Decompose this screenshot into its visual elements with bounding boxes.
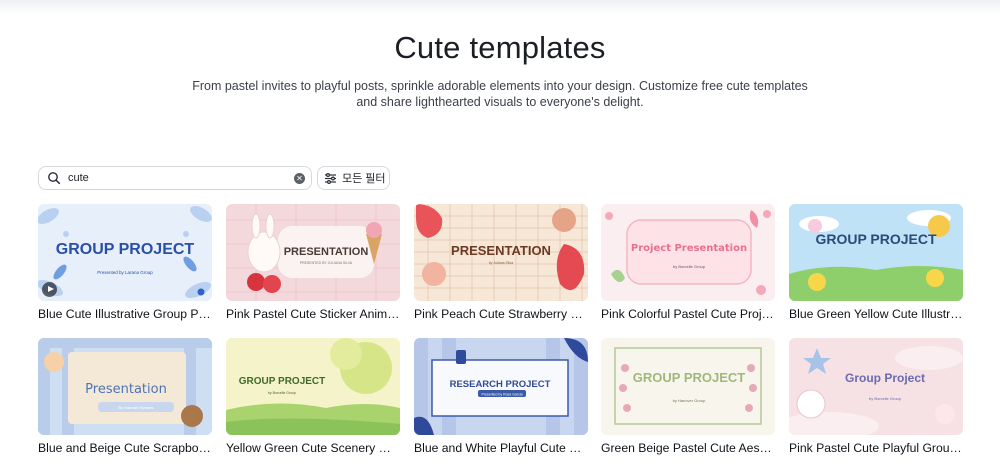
template-title[interactable]: Blue and White Playful Cute Research Pro… bbox=[414, 441, 588, 455]
thumb-subheading: by Borcelle Group bbox=[268, 391, 296, 395]
thumb-subheading: PRESENTED BY JULIANA SILVA bbox=[300, 261, 353, 265]
template-title[interactable]: Green Beige Pastel Cute Aesthetic Group … bbox=[601, 441, 775, 455]
template-thumbnail: PRESENTATION PRESENTED BY JULIANA SILVA bbox=[226, 204, 400, 301]
template-card[interactable]: RESEARCH PROJECT Presented by Rosa Garci… bbox=[414, 338, 588, 455]
thumb-heading: GROUP PROJECT bbox=[239, 376, 326, 387]
template-thumbnail: GROUP PROJECT Presented by Larana Group bbox=[38, 204, 212, 301]
clear-search-icon[interactable]: ✕ bbox=[294, 172, 305, 184]
template-thumbnail: GROUP PROJECT bbox=[789, 204, 963, 301]
thumb-heading: Presentation bbox=[85, 382, 167, 397]
template-title[interactable]: Blue Green Yellow Cute Illustrative Grou… bbox=[789, 307, 963, 321]
template-thumbnail: RESEARCH PROJECT Presented by Rosa Garci… bbox=[414, 338, 588, 435]
template-card[interactable]: PRESENTATION by Juliana Silva Pink Peach… bbox=[414, 204, 588, 321]
template-thumbnail: PRESENTATION by Juliana Silva bbox=[414, 204, 588, 301]
thumb-subheading: By Hannah Morales bbox=[118, 405, 153, 410]
template-title[interactable]: Blue and Beige Cute Scrapbook Presentati… bbox=[38, 441, 212, 455]
thumb-subheading: Presented by Larana Group bbox=[97, 270, 153, 275]
thumb-heading: RESEARCH PROJECT bbox=[450, 379, 551, 390]
template-card[interactable]: GROUP PROJECT by Hanover Group Green Bei… bbox=[601, 338, 775, 455]
template-title[interactable]: Pink Pastel Cute Sticker Animated Presen… bbox=[226, 307, 400, 321]
thumb-subheading: by Borcelle Group bbox=[869, 396, 902, 401]
template-thumbnail: Presentation By Hannah Morales bbox=[38, 338, 212, 435]
thumb-heading: GROUP PROJECT bbox=[56, 241, 195, 258]
template-thumbnail: GROUP PROJECT by Borcelle Group bbox=[226, 338, 400, 435]
template-card[interactable]: GROUP PROJECT Presented by Larana Group … bbox=[38, 204, 212, 321]
template-title[interactable]: Blue Cute Illustrative Group Project Pre… bbox=[38, 307, 212, 321]
search-input[interactable] bbox=[68, 172, 288, 184]
thumb-heading: GROUP PROJECT bbox=[633, 370, 746, 385]
template-thumbnail: Project Presentation by Borcelle Group bbox=[601, 204, 775, 301]
thumb-heading: PRESENTATION bbox=[284, 246, 369, 258]
template-title[interactable]: Pink Colorful Pastel Cute Project Presen… bbox=[601, 307, 775, 321]
thumb-subheading: by Borcelle Group bbox=[673, 264, 706, 269]
template-title[interactable]: Pink Pastel Cute Playful Group Project bbox=[789, 441, 963, 455]
template-card[interactable]: Project Presentation by Borcelle Group P… bbox=[601, 204, 775, 321]
template-card[interactable]: Presentation By Hannah Morales Blue and … bbox=[38, 338, 212, 455]
search-icon bbox=[47, 171, 61, 185]
thumb-heading: GROUP PROJECT bbox=[815, 231, 937, 247]
thumb-subheading: by Hanover Group bbox=[673, 398, 706, 403]
sliders-icon bbox=[324, 172, 337, 185]
page-description: From pastel invites to playful posts, sp… bbox=[192, 79, 808, 109]
template-card[interactable]: GROUP PROJECT by Borcelle Group Yellow G… bbox=[226, 338, 400, 455]
thumb-heading: PRESENTATION bbox=[451, 243, 551, 258]
thumb-subheading: Presented by Rosa Garcia bbox=[481, 393, 522, 397]
template-card[interactable]: PRESENTATION PRESENTED BY JULIANA SILVA … bbox=[226, 204, 400, 321]
play-icon[interactable] bbox=[42, 282, 57, 297]
page-title: Cute templates bbox=[394, 30, 606, 65]
template-title[interactable]: Pink Peach Cute Strawberry Presentation bbox=[414, 307, 588, 321]
template-thumbnail: GROUP PROJECT by Hanover Group bbox=[601, 338, 775, 435]
all-filters-label: 모든 필터 bbox=[342, 173, 386, 185]
template-title[interactable]: Yellow Green Cute Scenery Group Project bbox=[226, 441, 400, 455]
search-bar[interactable]: ✕ bbox=[38, 166, 312, 190]
thumb-heading: Group Project bbox=[845, 371, 925, 385]
all-filters-button[interactable]: 모든 필터 bbox=[317, 166, 390, 190]
template-card[interactable]: Group Project by Borcelle Group Pink Pas… bbox=[789, 338, 963, 455]
thumb-subheading: by Juliana Silva bbox=[489, 261, 513, 265]
template-thumbnail: Group Project by Borcelle Group bbox=[789, 338, 963, 435]
template-card[interactable]: GROUP PROJECT Blue Green Yellow Cute Ill… bbox=[789, 204, 963, 321]
top-bar-fade bbox=[0, 0, 1000, 14]
thumb-heading: Project Presentation bbox=[631, 243, 747, 254]
